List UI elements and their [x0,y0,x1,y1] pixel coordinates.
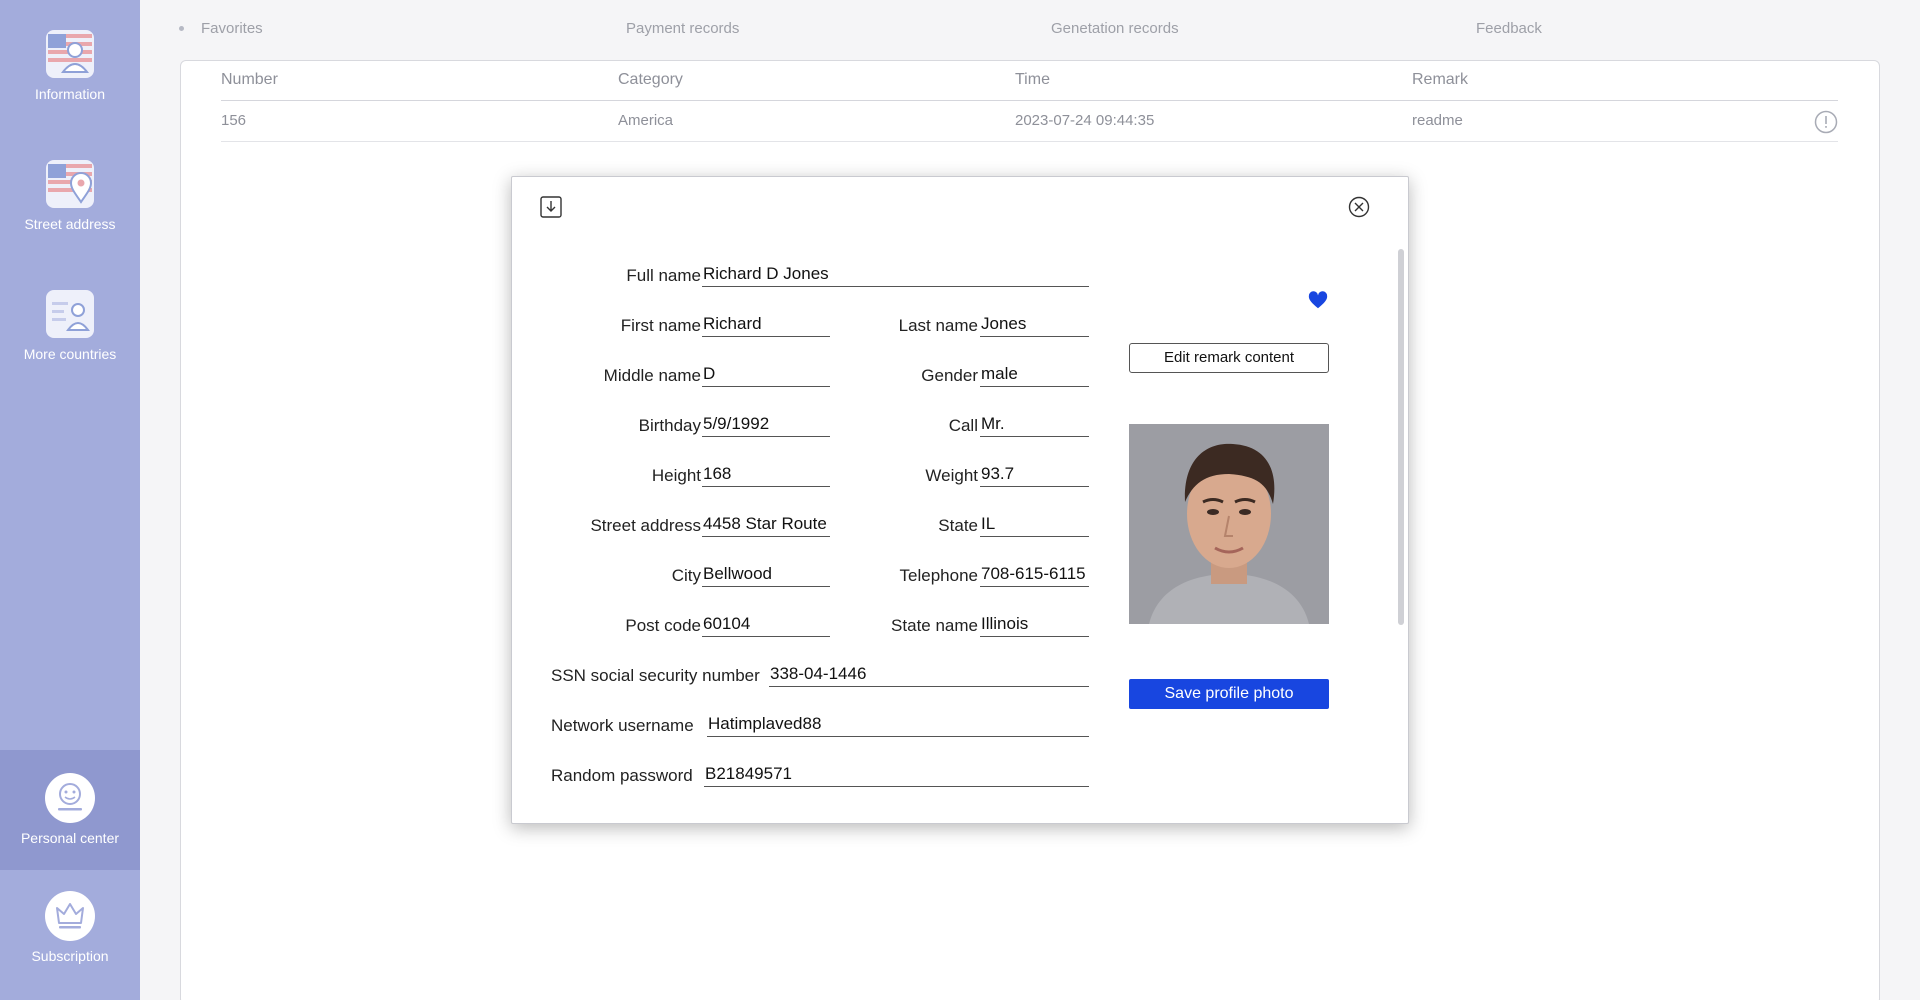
profile-dialog: Full name Richard D Jones First name Ric… [511,176,1409,824]
gender-field[interactable]: male [980,363,1089,387]
full-name-field[interactable]: Richard D Jones [702,263,1089,287]
first-name-label: First name [620,316,701,335]
table-header: Number Category Time Remark [221,71,1838,101]
scrollbar[interactable] [1398,249,1404,625]
tab-feedback[interactable]: Feedback [1476,20,1542,37]
call-field[interactable]: Mr. [980,413,1089,437]
middle-name-label: Middle name [603,366,701,385]
column-header-remark: Remark [1412,71,1469,88]
state-name-label: State name [891,616,978,635]
column-header-category: Category [618,71,683,88]
nav-label: More countries [23,346,117,362]
post-code-label: Post code [625,616,701,635]
random-password-field[interactable]: B21849571 [704,763,1089,787]
height-field[interactable]: 168 [702,463,830,487]
flag-user-icon [46,30,94,78]
cell-time: 2023-07-24 09:44:35 [1015,112,1155,129]
nav-label: Street address [24,216,116,232]
last-name-label: Last name [898,316,978,335]
last-name-field[interactable]: Jones [980,313,1089,337]
nav-information[interactable]: Information [0,28,140,102]
nav-label: Personal center [20,830,120,846]
table-row[interactable]: 156 America 2023-07-24 09:44:35 readme [221,102,1838,142]
network-username-field[interactable]: Hatimplaved88 [707,713,1089,737]
crown-icon [45,891,95,941]
telephone-label: Telephone [899,566,978,585]
random-password-label: Random password [551,766,693,785]
birthday-field[interactable]: 5/9/1992 [702,413,830,437]
weight-field[interactable]: 93.7 [980,463,1089,487]
first-name-field[interactable]: Richard [702,313,830,337]
middle-name-field[interactable]: D [702,363,830,387]
ssn-label: SSN social security number [551,666,760,685]
state-field[interactable]: IL [980,513,1089,537]
nav-street-address[interactable]: Street address [0,158,140,232]
save-profile-photo-button[interactable]: Save profile photo [1129,679,1329,709]
profile-photo [1129,424,1329,624]
column-header-time: Time [1015,71,1050,88]
cell-remark: readme [1412,112,1463,129]
portrait-image [1129,424,1329,624]
column-header-number: Number [221,71,278,88]
street-address-label: Street address [590,516,701,535]
smiley-face-icon [45,773,95,823]
gender-label: Gender [921,366,978,385]
flag-location-icon [46,160,94,208]
city-field[interactable]: Bellwood [702,563,830,587]
nav-subscription[interactable]: Subscription [0,890,140,964]
street-address-field[interactable]: 4458 Star Route [702,513,830,537]
ssn-field[interactable]: 338-04-1446 [769,663,1089,687]
post-code-field[interactable]: 60104 [702,613,830,637]
nav-label: Subscription [31,948,109,964]
state-label: State [938,516,978,535]
favorite-heart-icon[interactable] [1307,289,1329,311]
nav-personal-center[interactable]: Personal center [0,750,140,870]
tab-favorites[interactable]: Favorites [201,20,263,37]
call-label: Call [948,416,978,435]
tab-payment-records[interactable]: Payment records [626,20,739,37]
cell-number: 156 [221,112,247,129]
nav-label: Information [34,86,106,102]
sidebar: Information Street address More countrie… [0,0,140,1000]
birthday-label: Birthday [638,416,701,435]
top-tabs: Favorites Payment records Genetation rec… [179,20,1880,44]
cell-category: America [618,112,674,129]
full-name-label: Full name [626,266,701,285]
tab-generation-records[interactable]: Genetation records [1051,20,1179,37]
edit-remark-button[interactable]: Edit remark content [1129,343,1329,373]
download-icon[interactable] [540,196,562,218]
active-tab-dot [179,26,184,31]
telephone-field[interactable]: 708-615-6115 [980,563,1089,587]
state-name-field[interactable]: Illinois [980,613,1089,637]
network-username-label: Network username [551,716,694,735]
close-icon[interactable] [1348,196,1370,218]
city-label: City [671,566,701,585]
info-icon[interactable] [1814,110,1838,134]
height-label: Height [651,466,701,485]
weight-label: Weight [925,466,978,485]
id-card-icon [46,290,94,338]
nav-more-countries[interactable]: More countries [0,288,140,362]
